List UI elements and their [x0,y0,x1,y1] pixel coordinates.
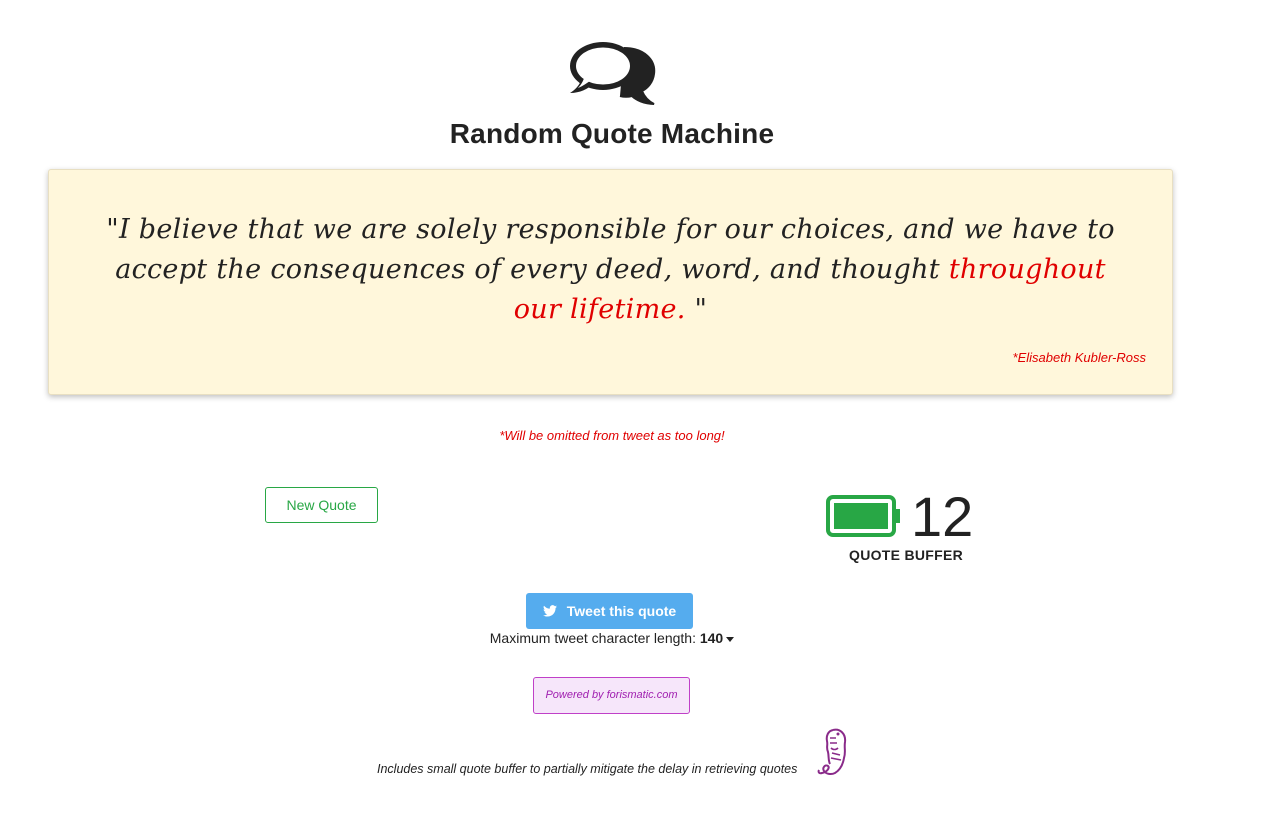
page-title: Random Quote Machine [449,118,775,149]
tweet-length-setting: Maximum tweet character length: 140 [0,630,1224,646]
quote-buffer-label: QUOTE BUFFER [849,547,964,563]
footer-note: Includes small quote buffer to partially… [377,762,798,776]
battery-full-icon [826,495,900,537]
forismatic-logo-icon[interactable] [816,726,850,776]
powered-by-forismatic-button[interactable]: Powered by forismatic.com [533,677,690,714]
chevron-down-icon [726,636,735,642]
tweet-length-value: 140 [699,630,724,646]
quote-author: *Elisabeth Kubler-Ross [1012,350,1146,365]
page: Random Quote Machine "I believe that we … [0,0,1267,822]
tweet-button[interactable]: Tweet this quote [526,593,693,629]
quote-buffer-count: 12 [911,485,974,548]
tweet-button-label: Tweet this quote [566,603,677,619]
tweet-length-label: Maximum tweet character length: [489,630,700,646]
comments-icon [570,42,656,105]
quote-card: "I believe that we are solely responsibl… [48,169,1173,395]
omit-warning: *Will be omitted from tweet as too long! [499,428,725,443]
quote-text-close: " [685,294,708,325]
new-quote-button[interactable]: New Quote [265,487,378,523]
tweet-length-dropdown[interactable]: 140 [699,630,735,646]
quote-text: "I believe that we are solely responsibl… [89,210,1132,330]
twitter-icon [542,605,557,617]
